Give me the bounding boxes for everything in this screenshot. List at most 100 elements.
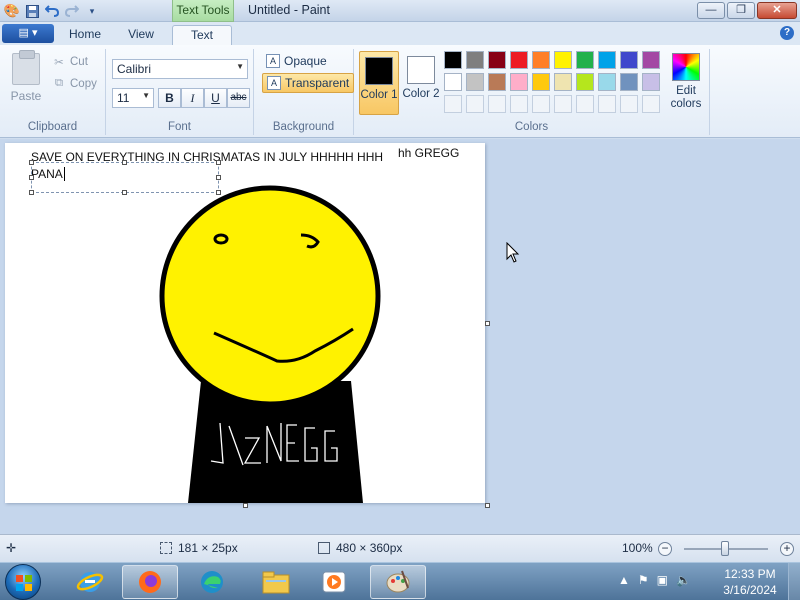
- custom-color-slot[interactable]: [598, 95, 616, 113]
- show-hidden-icons-icon[interactable]: ▲: [618, 573, 630, 587]
- system-clock[interactable]: 12:33 PM 3/16/2024: [722, 566, 778, 598]
- palette-swatch[interactable]: [532, 73, 550, 91]
- action-center-flag-icon[interactable]: ⚑: [638, 573, 649, 587]
- opaque-button[interactable]: A Opaque: [262, 51, 331, 71]
- canvas-resize-handle-corner[interactable]: [485, 503, 490, 508]
- save-icon[interactable]: [24, 3, 40, 19]
- palette-swatch[interactable]: [642, 51, 660, 69]
- redo-icon[interactable]: [64, 3, 80, 19]
- palette-swatch[interactable]: [532, 51, 550, 69]
- paint-icon[interactable]: [370, 565, 426, 599]
- canvas-resize-handle-bottom[interactable]: [243, 503, 248, 508]
- resize-handle[interactable]: [216, 160, 221, 165]
- custom-color-slot[interactable]: [532, 95, 550, 113]
- clock-date: 3/16/2024: [723, 583, 777, 597]
- text-box-selection[interactable]: [29, 160, 221, 195]
- palette-swatch[interactable]: [466, 51, 484, 69]
- transparent-label: Transparent: [285, 76, 350, 90]
- minimize-button[interactable]: —: [697, 2, 725, 19]
- palette-swatch[interactable]: [576, 73, 594, 91]
- palette-swatch[interactable]: [488, 51, 506, 69]
- clipboard-icon: [12, 50, 40, 85]
- paint-app-icon[interactable]: 🎨: [4, 3, 20, 19]
- customize-dropdown-icon[interactable]: ▾: [84, 3, 100, 19]
- color1-swatch: [365, 57, 393, 85]
- resize-handle[interactable]: [216, 175, 221, 180]
- italic-button[interactable]: I: [181, 88, 204, 108]
- palette-swatch[interactable]: [576, 51, 594, 69]
- palette-swatch[interactable]: [510, 73, 528, 91]
- resize-handle[interactable]: [122, 190, 127, 195]
- resize-handle[interactable]: [29, 160, 34, 165]
- palette-swatch[interactable]: [554, 73, 572, 91]
- palette-swatch[interactable]: [488, 73, 506, 91]
- tab-view[interactable]: View: [116, 25, 166, 45]
- palette-swatch[interactable]: [444, 51, 462, 69]
- copy-button[interactable]: ⧉ Copy: [52, 77, 97, 90]
- edge-icon[interactable]: [184, 565, 240, 599]
- maximize-button[interactable]: ❐: [727, 2, 755, 19]
- drawing-svg: [159, 185, 381, 503]
- palette-swatch[interactable]: [642, 73, 660, 91]
- palette-swatch[interactable]: [466, 73, 484, 91]
- chevron-down-icon: ▼: [236, 62, 244, 71]
- custom-color-slot[interactable]: [488, 95, 506, 113]
- paint-menu-button[interactable]: ▤ ▾: [2, 24, 54, 43]
- custom-color-slot[interactable]: [642, 95, 660, 113]
- palette-swatch[interactable]: [554, 51, 572, 69]
- zoom-in-button[interactable]: +: [780, 542, 794, 556]
- custom-color-slot[interactable]: [576, 95, 594, 113]
- font-size-select[interactable]: 11 ▼: [112, 88, 154, 108]
- undo-icon[interactable]: [44, 3, 60, 19]
- firefox-icon[interactable]: [122, 565, 178, 599]
- tab-text[interactable]: Text: [172, 25, 232, 45]
- media-player-icon[interactable]: [306, 565, 362, 599]
- internet-explorer-icon[interactable]: [62, 565, 118, 599]
- palette-swatch[interactable]: [510, 51, 528, 69]
- resize-handle[interactable]: [216, 190, 221, 195]
- font-family-select[interactable]: Calibri ▼: [112, 59, 248, 79]
- custom-color-slot[interactable]: [554, 95, 572, 113]
- palette-swatch[interactable]: [620, 51, 638, 69]
- drawing-canvas[interactable]: SAVE ON EVERYTHING IN CHRISMATAS IN JULY…: [5, 143, 485, 503]
- show-desktop-button[interactable]: [788, 563, 800, 600]
- start-button[interactable]: [5, 564, 41, 600]
- underline-button[interactable]: U: [204, 88, 227, 108]
- color1-button[interactable]: Color 1: [359, 51, 399, 115]
- resize-handle[interactable]: [29, 175, 34, 180]
- palette-swatch[interactable]: [444, 73, 462, 91]
- mouse-pointer-icon: [506, 242, 520, 263]
- canvas-resize-handle-right[interactable]: [485, 321, 490, 326]
- volume-muted-icon[interactable]: 🔈: [676, 573, 691, 587]
- tab-home[interactable]: Home: [62, 25, 108, 45]
- system-tray: ▲ ⚑ ▣ 🔈: [618, 573, 691, 587]
- cut-label: Cut: [70, 56, 88, 68]
- custom-color-slot[interactable]: [510, 95, 528, 113]
- strikethrough-button[interactable]: abc: [227, 88, 250, 108]
- zoom-slider-thumb[interactable]: [721, 541, 729, 556]
- custom-color-slot[interactable]: [620, 95, 638, 113]
- palette-swatch[interactable]: [598, 73, 616, 91]
- close-button[interactable]: ✕: [757, 2, 797, 19]
- paste-button[interactable]: Paste: [6, 50, 46, 103]
- canvas-size: 480 × 360px: [318, 541, 402, 555]
- resize-handle[interactable]: [122, 160, 127, 165]
- custom-color-slot[interactable]: [444, 95, 462, 113]
- transparent-button[interactable]: A Transparent: [262, 73, 355, 93]
- bold-button[interactable]: B: [158, 88, 181, 108]
- color2-button[interactable]: Color 2: [401, 51, 441, 115]
- network-icon[interactable]: ▣: [657, 573, 668, 587]
- paste-label: Paste: [10, 89, 42, 103]
- cut-button[interactable]: ✂ Cut: [52, 55, 88, 69]
- edit-colors-button[interactable]: Edit colors: [666, 51, 706, 111]
- text-tools-contextual-tab: Text Tools: [172, 0, 234, 22]
- palette-swatch[interactable]: [620, 73, 638, 91]
- zoom-out-button[interactable]: −: [658, 542, 672, 556]
- copy-label: Copy: [70, 77, 97, 90]
- resize-handle[interactable]: [29, 190, 34, 195]
- custom-color-slot[interactable]: [466, 95, 484, 113]
- palette-swatch[interactable]: [598, 51, 616, 69]
- file-explorer-icon[interactable]: [248, 565, 304, 599]
- help-icon[interactable]: ?: [780, 26, 794, 40]
- opaque-icon: A: [266, 54, 280, 68]
